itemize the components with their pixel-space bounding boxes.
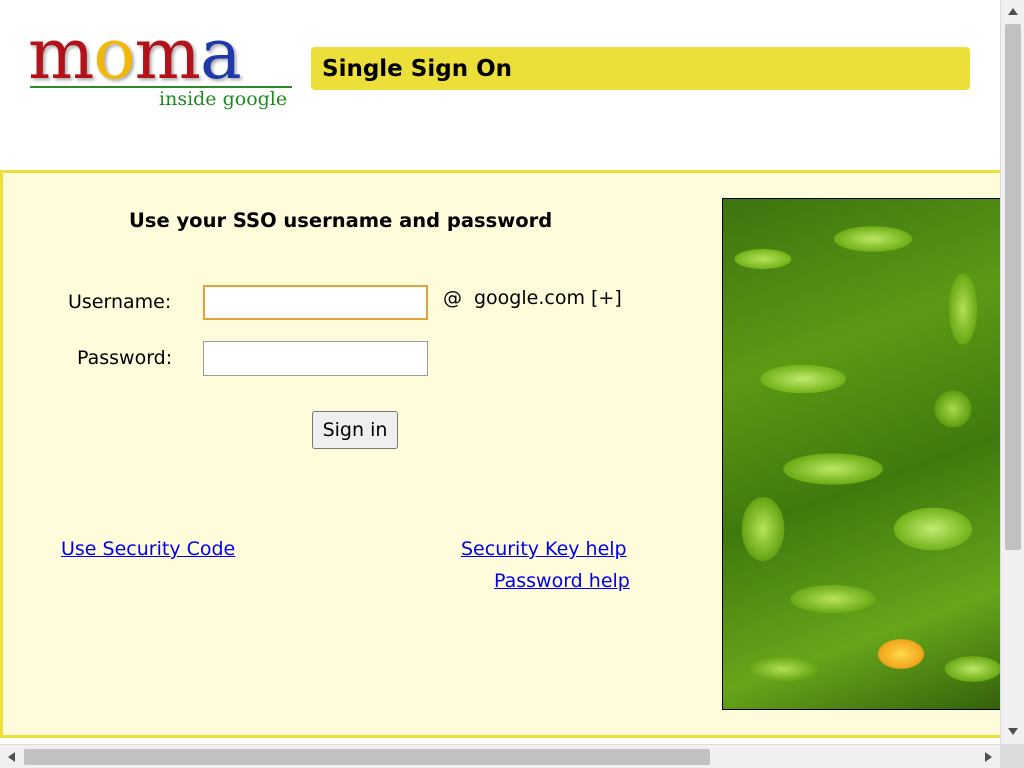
username-input[interactable]: [203, 285, 428, 320]
use-security-code-link[interactable]: Use Security Code: [61, 538, 235, 560]
scroll-left-arrow-icon[interactable]: [8, 752, 15, 762]
login-panel: Use your SSO username and password Usern…: [0, 170, 1000, 738]
password-input[interactable]: [203, 341, 428, 376]
at-sign: @: [443, 287, 462, 309]
username-domain: @ google.com [+]: [443, 287, 622, 309]
title-bar: Single Sign On: [311, 47, 970, 90]
domain-text: google.com: [474, 287, 585, 309]
horizontal-scrollbar[interactable]: [0, 744, 1000, 768]
logo-letter-o: o: [93, 13, 135, 95]
logo-wordmark: moma: [28, 13, 242, 95]
domain-expand-toggle[interactable]: [+]: [591, 287, 622, 309]
scroll-right-arrow-icon[interactable]: [985, 752, 992, 762]
scrollbar-corner: [1000, 744, 1024, 768]
logo-letter-m2: m: [134, 13, 201, 95]
vertical-scroll-thumb[interactable]: [1005, 24, 1021, 550]
horizontal-scroll-thumb[interactable]: [24, 749, 710, 765]
password-label: Password:: [77, 347, 173, 369]
logo-subtitle: inside google: [159, 88, 288, 110]
moma-logo: moma inside google: [28, 14, 294, 120]
page-title: Single Sign On: [322, 55, 512, 82]
sign-in-button[interactable]: Sign in: [312, 411, 398, 449]
login-heading: Use your SSO username and password: [129, 209, 553, 232]
page-viewport: moma inside google Single Sign On Use yo…: [0, 0, 1000, 744]
logo-letter-m1: m: [28, 13, 94, 95]
password-help-link[interactable]: Password help: [494, 570, 630, 592]
security-key-help-link[interactable]: Security Key help: [461, 538, 627, 560]
scroll-up-arrow-icon[interactable]: [1008, 8, 1018, 15]
vertical-scrollbar[interactable]: [1000, 0, 1024, 744]
username-label: Username:: [68, 291, 172, 313]
scroll-down-arrow-icon[interactable]: [1008, 728, 1018, 735]
logo-letter-a: a: [199, 13, 242, 95]
green-peppers-photo: [722, 198, 1000, 710]
